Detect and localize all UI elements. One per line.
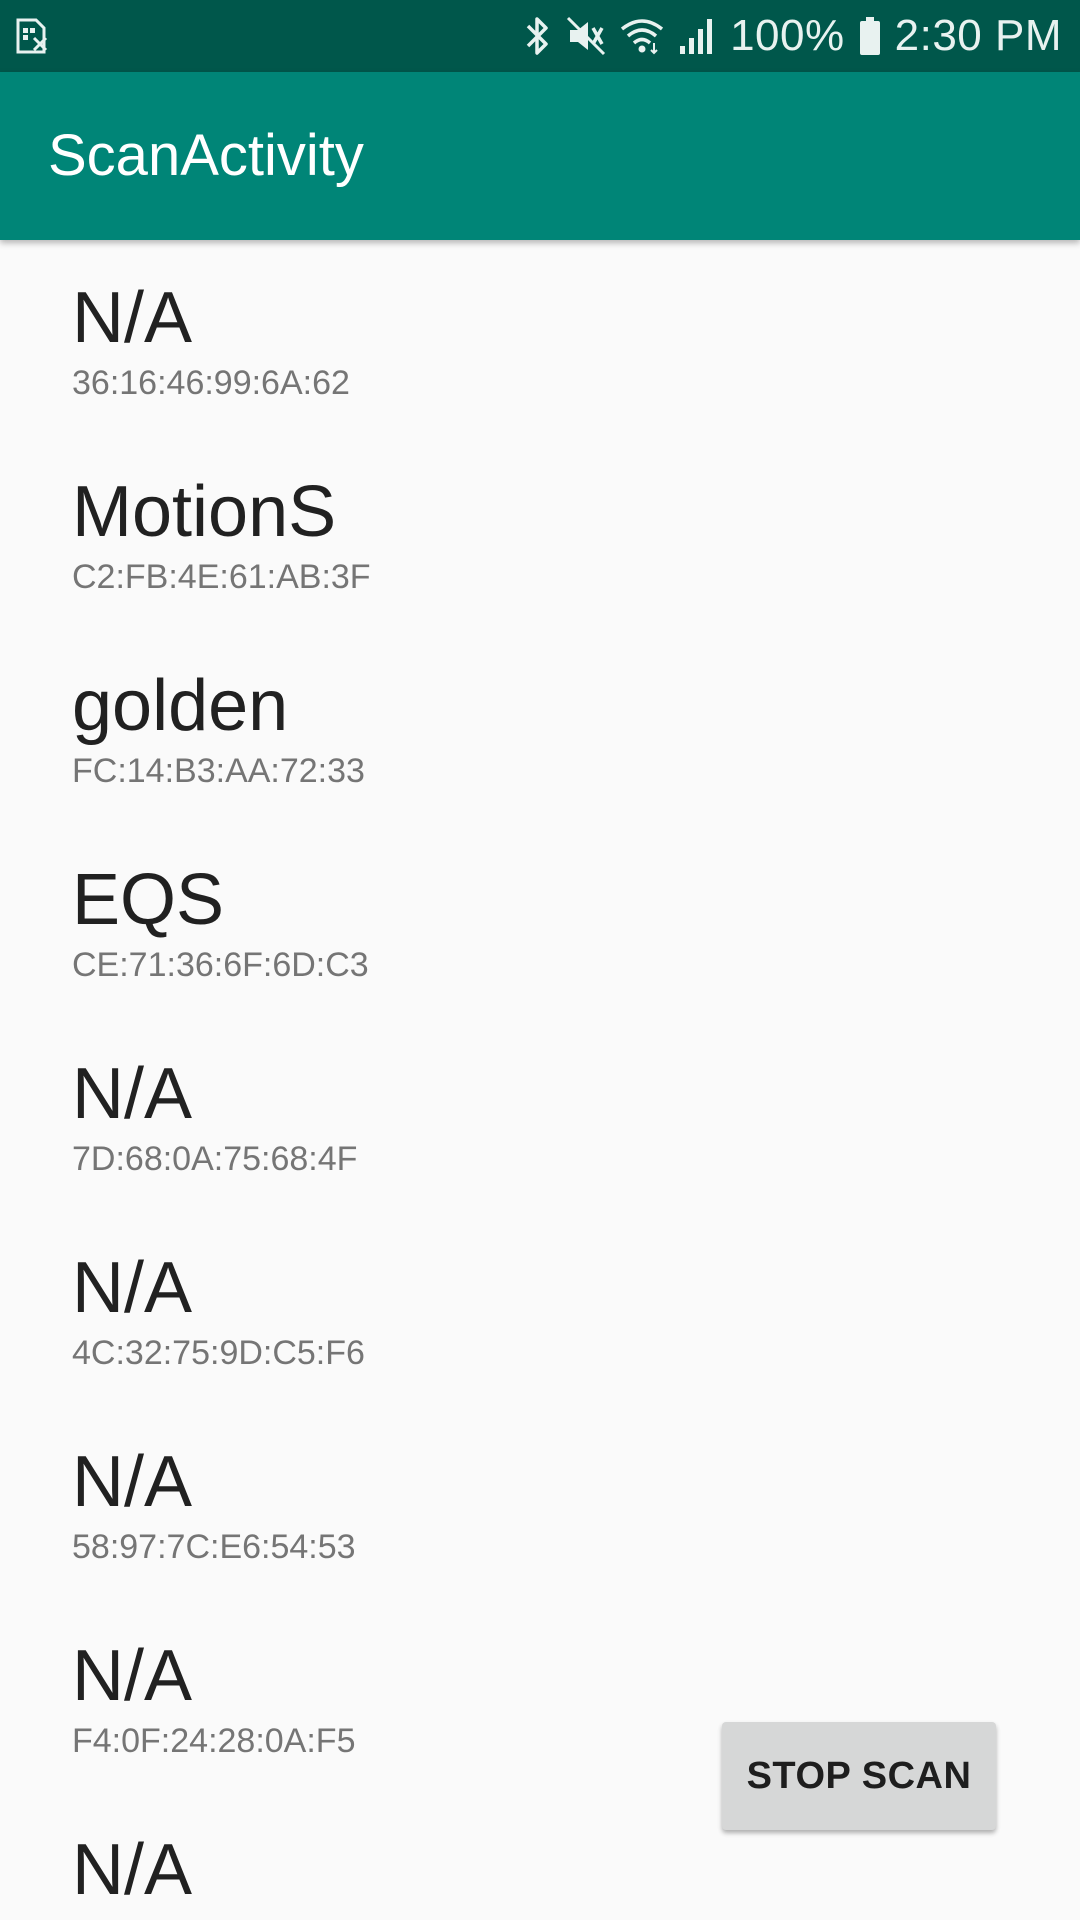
device-name: N/A (72, 278, 193, 358)
app-bar: ScanActivity (0, 72, 1080, 240)
page-title: ScanActivity (48, 123, 364, 188)
device-address: CE:71:36:6F:6D:C3 (72, 946, 369, 984)
device-name: N/A (72, 1442, 193, 1522)
list-item[interactable]: N/A 4C:32:75:9D:C5:F6 (0, 1210, 1080, 1404)
scan-activity-screen: 100% 2:30 PM ScanActivity N/A 36:16:46:9… (0, 0, 1080, 1920)
status-bar: 100% 2:30 PM (0, 0, 1080, 72)
device-address: 36:16:46:99:6A:62 (72, 364, 350, 402)
stop-scan-button[interactable]: STOP SCAN (722, 1722, 996, 1830)
list-item[interactable]: N/A 7D:68:0A:75:68:4F (0, 1016, 1080, 1210)
battery-percent: 100% (730, 11, 845, 60)
wifi-icon (620, 17, 664, 55)
device-name: N/A (72, 1830, 193, 1910)
device-name: MotionS (72, 472, 337, 552)
list-item[interactable]: MotionS C2:FB:4E:61:AB:3F (0, 434, 1080, 628)
list-item[interactable]: N/A 58:97:7C:E6:54:53 (0, 1404, 1080, 1598)
device-name: N/A (72, 1054, 193, 1134)
list-item[interactable]: golden FC:14:B3:AA:72:33 (0, 628, 1080, 822)
battery-icon (859, 16, 881, 56)
device-name: golden (72, 666, 289, 746)
signal-icon (678, 16, 716, 56)
device-address: C2:FB:4E:61:AB:3F (72, 558, 371, 596)
bluetooth-icon (524, 15, 552, 57)
status-time: 2:30 PM (894, 11, 1062, 60)
device-address: 58:97:7C:E6:54:53 (72, 1528, 356, 1566)
device-name: EQS (72, 860, 225, 940)
device-list[interactable]: N/A 36:16:46:99:6A:62 MotionS C2:FB:4E:6… (0, 240, 1080, 1920)
device-address: 4C:32:75:9D:C5:F6 (72, 1334, 365, 1372)
device-name: N/A (72, 1636, 193, 1716)
device-address: FC:14:B3:AA:72:33 (72, 752, 365, 790)
list-item[interactable]: N/A 36:16:46:99:6A:62 (0, 240, 1080, 434)
status-icons: 100% 2:30 PM (524, 0, 1062, 72)
device-address: 7D:68:0A:75:68:4F (72, 1140, 358, 1178)
vibrate-mute-icon (566, 16, 606, 56)
device-address: F4:0F:24:28:0A:F5 (72, 1722, 356, 1760)
sim-card-icon (14, 18, 50, 54)
list-item[interactable]: EQS CE:71:36:6F:6D:C3 (0, 822, 1080, 1016)
device-name: N/A (72, 1248, 193, 1328)
